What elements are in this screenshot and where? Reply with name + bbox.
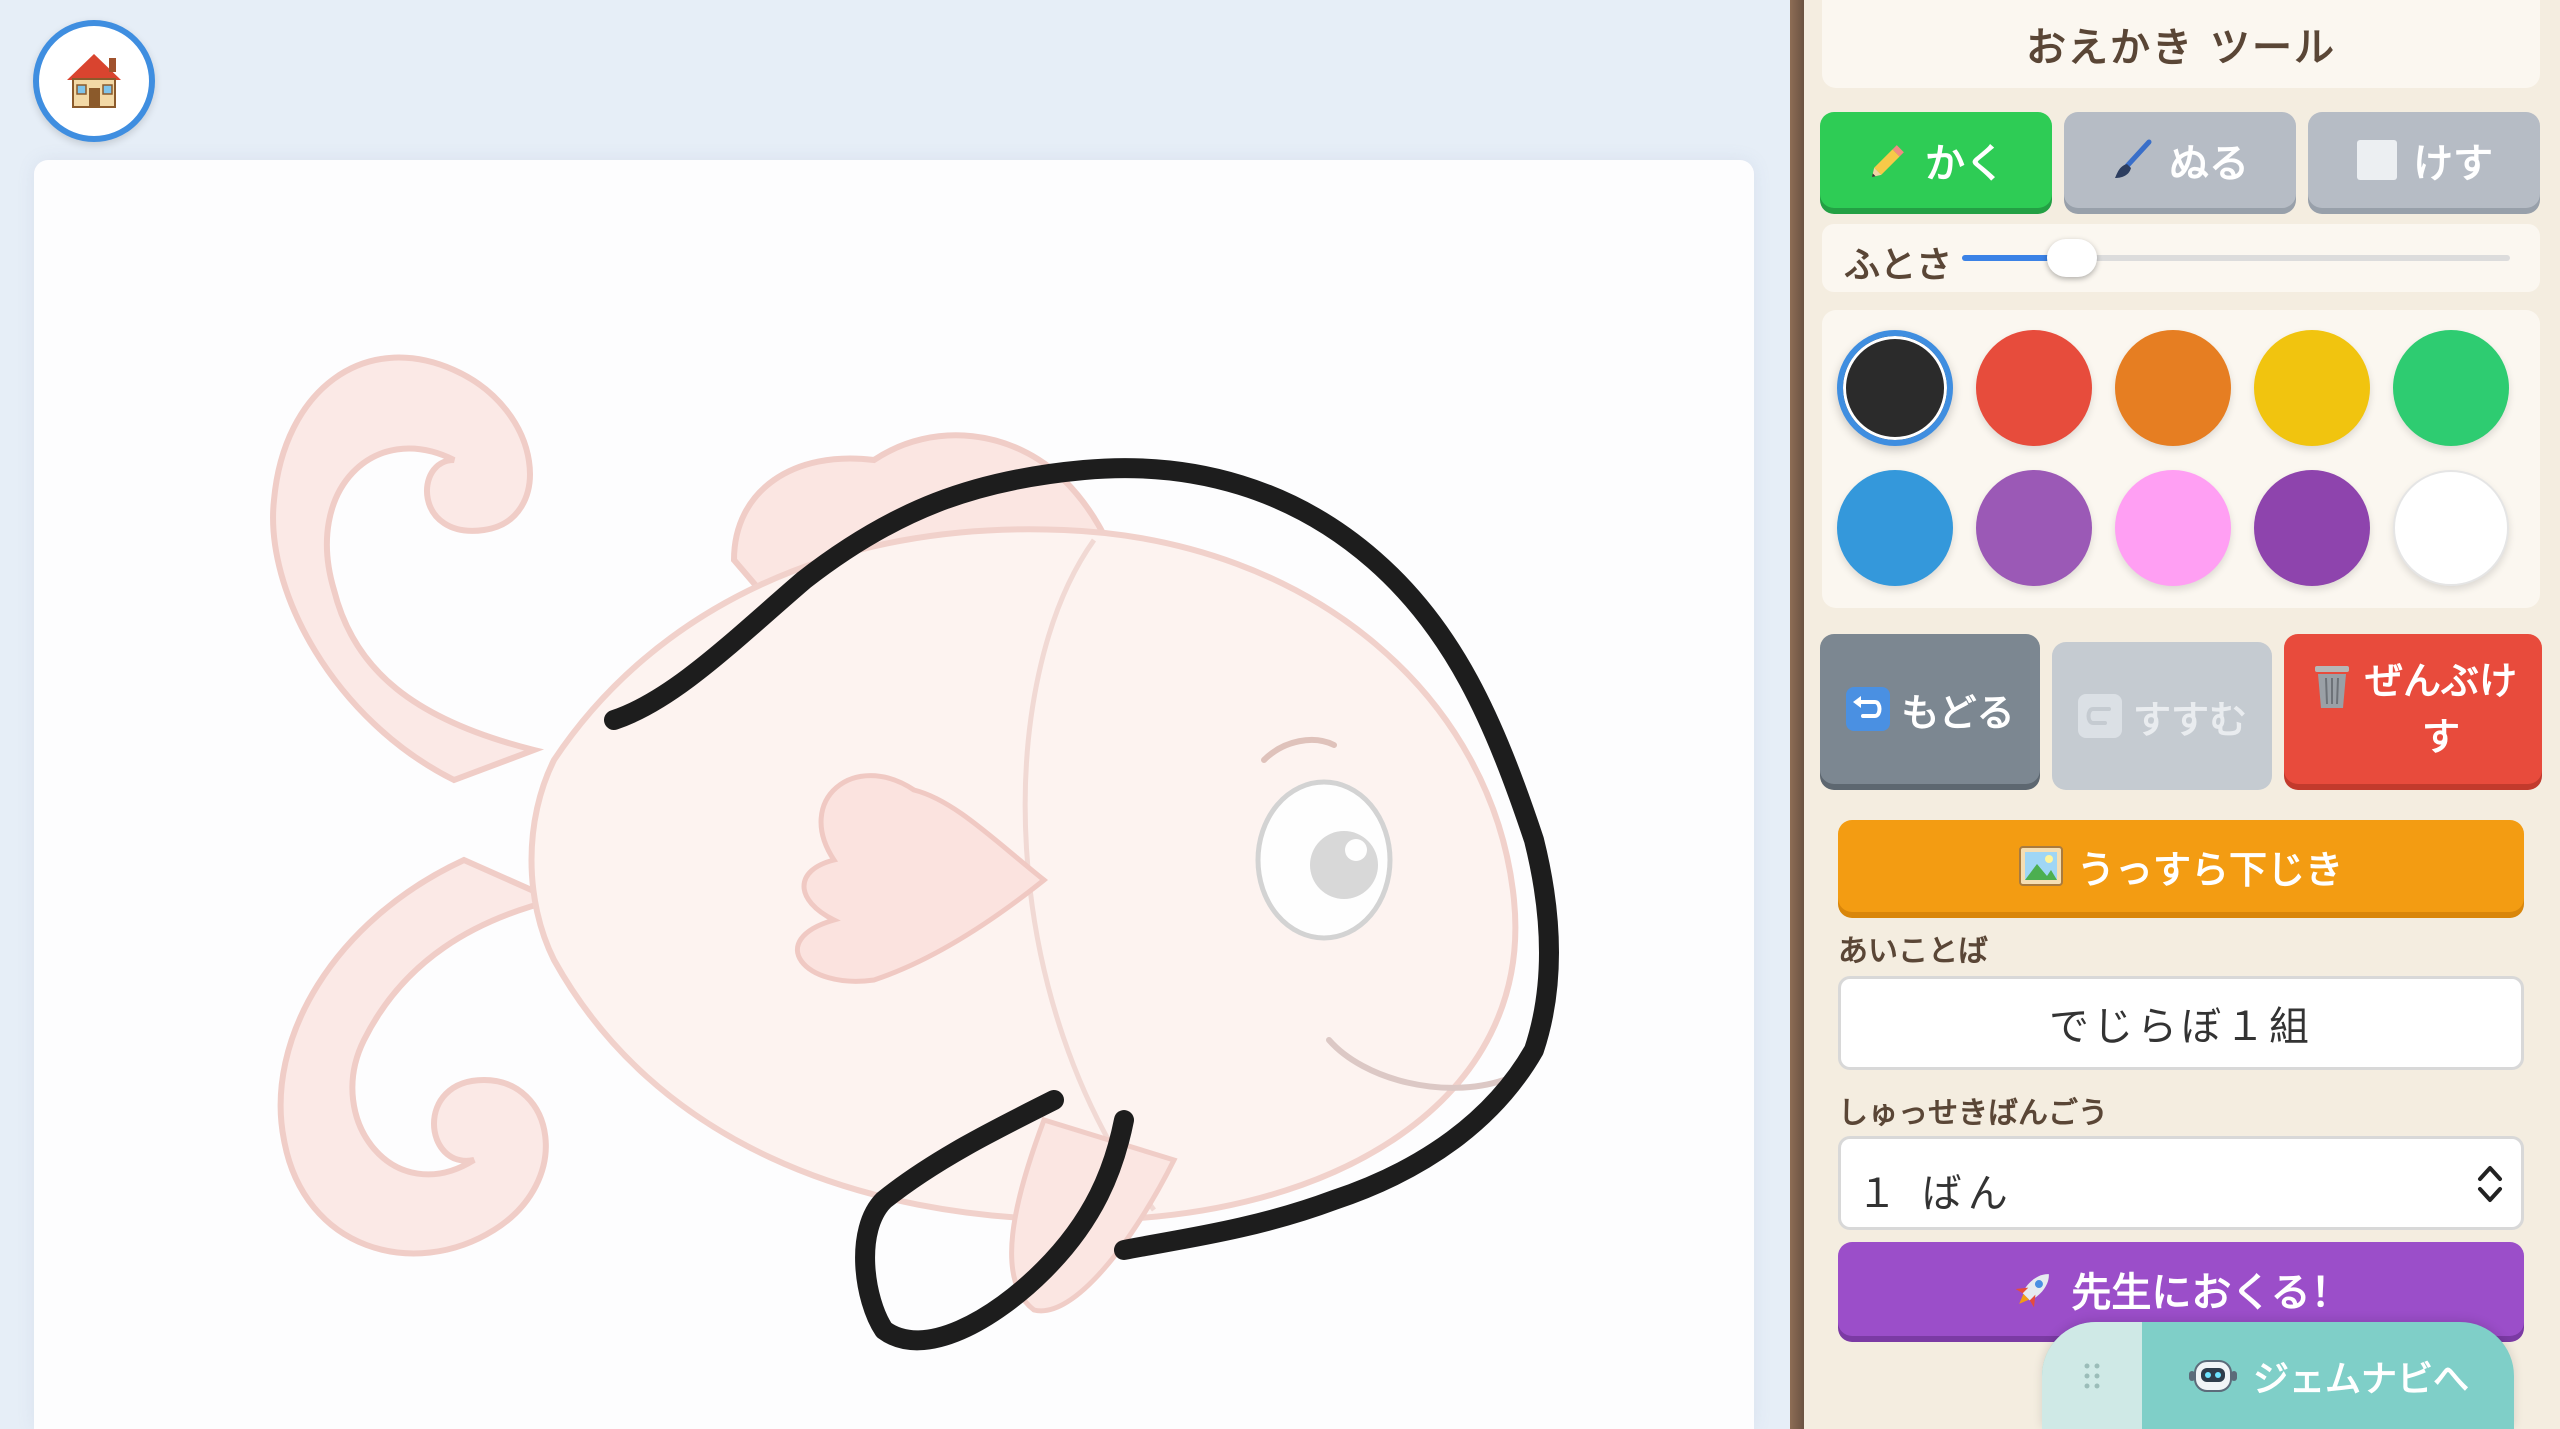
color-swatch[interactable] xyxy=(2115,470,2231,586)
color-swatch[interactable] xyxy=(2393,470,2509,586)
brush-icon xyxy=(2115,139,2152,178)
undo-label: もどる xyxy=(1901,690,2015,735)
color-swatch[interactable] xyxy=(1976,330,2092,446)
tool-panel: おえかき ツール かく ぬる けす ふとさ もどる すすむ ぜんぶけ す うっす… xyxy=(1804,0,2560,1429)
trace-overlay-button[interactable]: うっすら下じき xyxy=(1838,820,2524,912)
password-label: あいことば xyxy=(1838,934,1988,969)
pencil-icon xyxy=(1872,145,1904,177)
clear-all-label: ぜんぶけ す xyxy=(2365,653,2517,765)
undo-icon xyxy=(1846,687,1891,731)
redo-button[interactable]: すすむ xyxy=(2052,642,2272,790)
redo-icon xyxy=(2077,694,2122,738)
trash-icon xyxy=(2314,666,2349,708)
width-row: ふとさ xyxy=(1822,224,2540,292)
panel-title: おえかき ツール xyxy=(1822,0,2540,88)
drawing-canvas[interactable] xyxy=(34,160,1754,1429)
fish-template-illustration xyxy=(270,354,1519,1314)
seat-number-select[interactable]: １ ばん xyxy=(1838,1136,2524,1230)
eraser-icon xyxy=(2357,140,2397,180)
trace-overlay-label: うっすら下じき xyxy=(2076,847,2343,892)
width-slider[interactable] xyxy=(1962,239,2510,277)
house-icon xyxy=(67,54,121,108)
gem-navi-button[interactable]: ジェムナビへ xyxy=(2142,1322,2514,1429)
color-palette xyxy=(1822,310,2540,608)
drag-handle[interactable] xyxy=(2042,1322,2142,1429)
draw-mode-button[interactable]: かく xyxy=(1820,112,2052,208)
fill-mode-label: ぬる xyxy=(2169,141,2249,187)
color-swatch[interactable] xyxy=(1837,330,1953,446)
color-swatch[interactable] xyxy=(1976,470,2092,586)
gem-navi-widget: ジェムナビへ xyxy=(2042,1322,2514,1429)
color-swatch[interactable] xyxy=(2254,470,2370,586)
clear-all-label-line2: す xyxy=(2421,715,2460,759)
panel-divider xyxy=(1790,0,1804,1429)
width-label: ふとさ xyxy=(1844,245,1953,286)
canvas-area xyxy=(0,0,1790,1429)
robot-icon xyxy=(2188,1359,2237,1392)
gem-navi-label: ジェムナビへ xyxy=(2252,1358,2469,1400)
chevron-up-down-icon xyxy=(2478,1166,2502,1202)
home-button[interactable] xyxy=(33,20,155,142)
fill-mode-button[interactable]: ぬる xyxy=(2064,112,2296,208)
color-swatch[interactable] xyxy=(1837,470,1953,586)
draw-mode-label: かく xyxy=(1925,141,2005,187)
picture-icon xyxy=(2018,846,2063,886)
width-slider-thumb[interactable] xyxy=(2046,239,2097,277)
erase-mode-button[interactable]: けす xyxy=(2308,112,2540,208)
send-to-teacher-label: 先生におくる！ xyxy=(2071,1270,2351,1316)
color-swatch[interactable] xyxy=(2254,330,2370,446)
erase-mode-label: けす xyxy=(2413,141,2493,187)
clear-all-button[interactable]: ぜんぶけ す xyxy=(2284,634,2542,784)
rocket-icon xyxy=(2016,1274,2050,1308)
grip-dots-icon xyxy=(2084,1363,2100,1388)
color-swatch[interactable] xyxy=(2115,330,2231,446)
redo-label: すすむ xyxy=(2132,697,2247,742)
undo-button[interactable]: もどる xyxy=(1820,634,2040,784)
clear-all-label-line1: ぜんぶけ xyxy=(2364,659,2517,703)
seat-number-value: １ ばん xyxy=(1857,1171,2014,1217)
seat-number-label: しゅっせきばんごう xyxy=(1838,1096,2108,1131)
password-input[interactable] xyxy=(1838,976,2524,1070)
color-swatch[interactable] xyxy=(2393,330,2509,446)
